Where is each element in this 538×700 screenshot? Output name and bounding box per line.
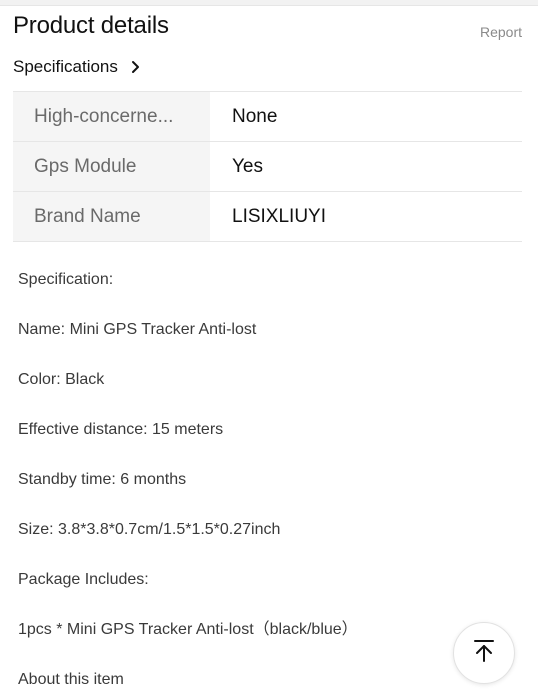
description-line: 1pcs * Mini GPS Tracker Anti-lost（black/… — [18, 621, 358, 638]
spec-key: Brand Name — [13, 192, 210, 241]
top-divider — [0, 0, 538, 6]
product-details-page: Product details Report Specifications Hi… — [0, 0, 538, 700]
spec-value: None — [232, 105, 278, 127]
arrow-up-to-top-icon — [471, 638, 497, 669]
chevron-right-icon — [130, 57, 142, 77]
description-line: Size: 3.8*3.8*0.7cm/1.5*1.5*0.27inch — [18, 521, 281, 538]
spec-row: Gps Module Yes — [13, 142, 522, 192]
description-line: Effective distance: 15 meters — [18, 421, 224, 438]
description-line: Color: Black — [18, 371, 105, 388]
spec-value: Yes — [232, 155, 263, 177]
report-link[interactable]: Report — [480, 24, 522, 40]
specifications-link-label: Specifications — [13, 57, 118, 76]
description-line: Package Includes: — [18, 571, 149, 588]
description-line: Specification: — [18, 271, 114, 288]
spec-row: High-concerne... None — [13, 92, 522, 142]
specifications-table: High-concerne... None Gps Module Yes Bra… — [13, 91, 522, 242]
back-to-top-button[interactable] — [453, 622, 515, 684]
specifications-link[interactable]: Specifications — [13, 57, 142, 77]
spec-key: High-concerne... — [13, 92, 210, 141]
description-line: About this item — [18, 671, 124, 688]
description-line: Standby time: 6 months — [18, 471, 187, 488]
product-description: Specification: Name: Mini GPS Tracker An… — [18, 266, 438, 700]
spec-value: LISIXLIUYI — [232, 205, 326, 227]
spec-row: Brand Name LISIXLIUYI — [13, 192, 522, 242]
page-title: Product details — [13, 12, 169, 39]
description-line: Name: Mini GPS Tracker Anti-lost — [18, 321, 257, 338]
spec-key: Gps Module — [13, 142, 210, 191]
